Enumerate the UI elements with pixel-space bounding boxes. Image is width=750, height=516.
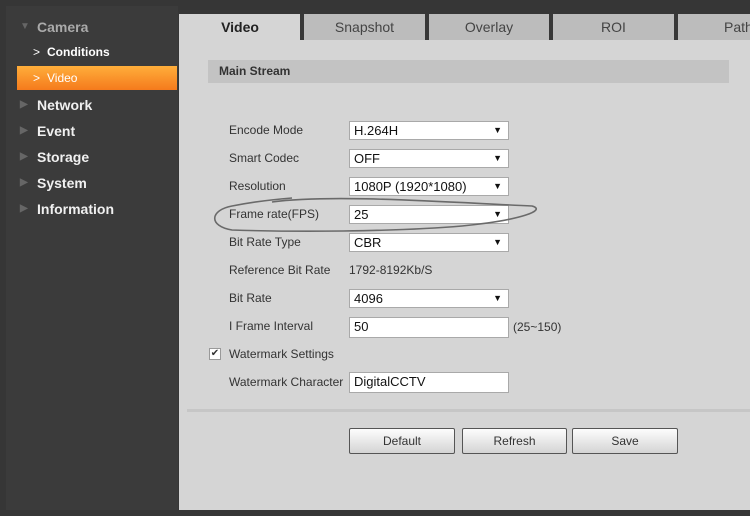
tab-overlay[interactable]: Overlay — [425, 14, 549, 40]
collapse-icon: ▼ — [20, 21, 30, 32]
expand-icon: ▶ — [20, 203, 28, 214]
sidebar-item-storage[interactable]: ▶ Storage — [6, 145, 178, 169]
i-frame-interval-range: (25~150) — [513, 320, 562, 334]
sidebar-item-label: Network — [37, 97, 93, 113]
select-value: 1080P (1920*1080) — [354, 179, 467, 194]
bit-rate-label: Bit Rate — [229, 291, 272, 305]
tab-video[interactable]: Video — [180, 14, 300, 40]
encode-mode-select[interactable]: H.264H ▼ — [349, 121, 509, 140]
tab-roi[interactable]: ROI — [549, 14, 674, 40]
sidebar-item-information[interactable]: ▶ Information — [6, 197, 178, 221]
expand-icon: ▶ — [20, 125, 28, 136]
sidebar-subitem-video[interactable]: > Video — [17, 66, 177, 90]
frame-rate-select[interactable]: 25 ▼ — [349, 205, 509, 224]
select-value: H.264H — [354, 123, 399, 138]
dropdown-arrow-icon: ▼ — [493, 237, 502, 247]
sidebar-item-label: Event — [37, 123, 76, 139]
frame-rate-label: Frame rate(FPS) — [229, 207, 320, 221]
dropdown-arrow-icon: ▼ — [493, 153, 502, 163]
sidebar-item-label: Conditions — [47, 45, 110, 59]
sidebar-item-label: Storage — [37, 149, 90, 165]
watermark-settings-checkbox[interactable]: ✔ — [209, 348, 221, 360]
resolution-select[interactable]: 1080P (1920*1080) ▼ — [349, 177, 509, 196]
chevron-right-icon: > — [33, 71, 41, 85]
sidebar-item-label: Information — [37, 201, 114, 217]
bit-rate-type-select[interactable]: CBR ▼ — [349, 233, 509, 252]
sidebar-item-label: Video — [47, 71, 78, 85]
sidebar-item-network[interactable]: ▶ Network — [6, 93, 178, 117]
watermark-character-input[interactable]: DigitalCCTV — [349, 372, 509, 393]
tab-snapshot[interactable]: Snapshot — [300, 14, 425, 40]
bit-rate-type-label: Bit Rate Type — [229, 235, 301, 249]
sidebar: ▼ Camera > Conditions > Video ▶ Network ▶ Eve… — [6, 6, 178, 510]
main-panel: Video Snapshot Overlay ROI Path Main Str… — [179, 14, 750, 510]
refresh-button[interactable]: Refresh — [462, 428, 567, 454]
default-button[interactable]: Default — [349, 428, 455, 454]
watermark-character-label: Watermark Character — [229, 375, 344, 389]
smart-codec-label: Smart Codec — [229, 151, 300, 165]
section-header-main-stream: Main Stream — [208, 60, 729, 83]
select-value: CBR — [354, 235, 382, 250]
reference-bit-rate-label: Reference Bit Rate — [229, 263, 331, 277]
sidebar-item-label: System — [37, 175, 87, 191]
sidebar-item-label: Camera — [37, 19, 89, 35]
select-value: 25 — [354, 207, 369, 222]
dropdown-arrow-icon: ▼ — [493, 293, 502, 303]
tab-path[interactable]: Path — [674, 14, 750, 40]
sidebar-item-event[interactable]: ▶ Event — [6, 119, 178, 143]
sidebar-item-system[interactable]: ▶ System — [6, 171, 178, 195]
sidebar-item-camera[interactable]: ▼ Camera — [6, 15, 178, 39]
smart-codec-select[interactable]: OFF ▼ — [349, 149, 509, 168]
dropdown-arrow-icon: ▼ — [493, 181, 502, 191]
divider — [187, 409, 750, 412]
watermark-settings-label: Watermark Settings — [229, 347, 334, 361]
dropdown-arrow-icon: ▼ — [493, 209, 502, 219]
dropdown-arrow-icon: ▼ — [493, 125, 502, 135]
expand-icon: ▶ — [20, 151, 28, 162]
resolution-label: Resolution — [229, 179, 286, 193]
reference-bit-rate-value: 1792-8192Kb/S — [349, 263, 433, 277]
save-button[interactable]: Save — [572, 428, 678, 454]
sidebar-subitem-conditions[interactable]: > Conditions — [17, 40, 177, 64]
bit-rate-select[interactable]: 4096 ▼ — [349, 289, 509, 308]
select-value: 4096 — [354, 291, 383, 306]
expand-icon: ▶ — [20, 177, 28, 188]
i-frame-interval-label: I Frame Interval — [229, 319, 314, 333]
select-value: OFF — [354, 151, 380, 166]
expand-icon: ▶ — [20, 99, 28, 110]
encode-mode-label: Encode Mode — [229, 123, 304, 137]
i-frame-interval-input[interactable]: 50 — [349, 317, 509, 338]
chevron-right-icon: > — [33, 45, 41, 59]
